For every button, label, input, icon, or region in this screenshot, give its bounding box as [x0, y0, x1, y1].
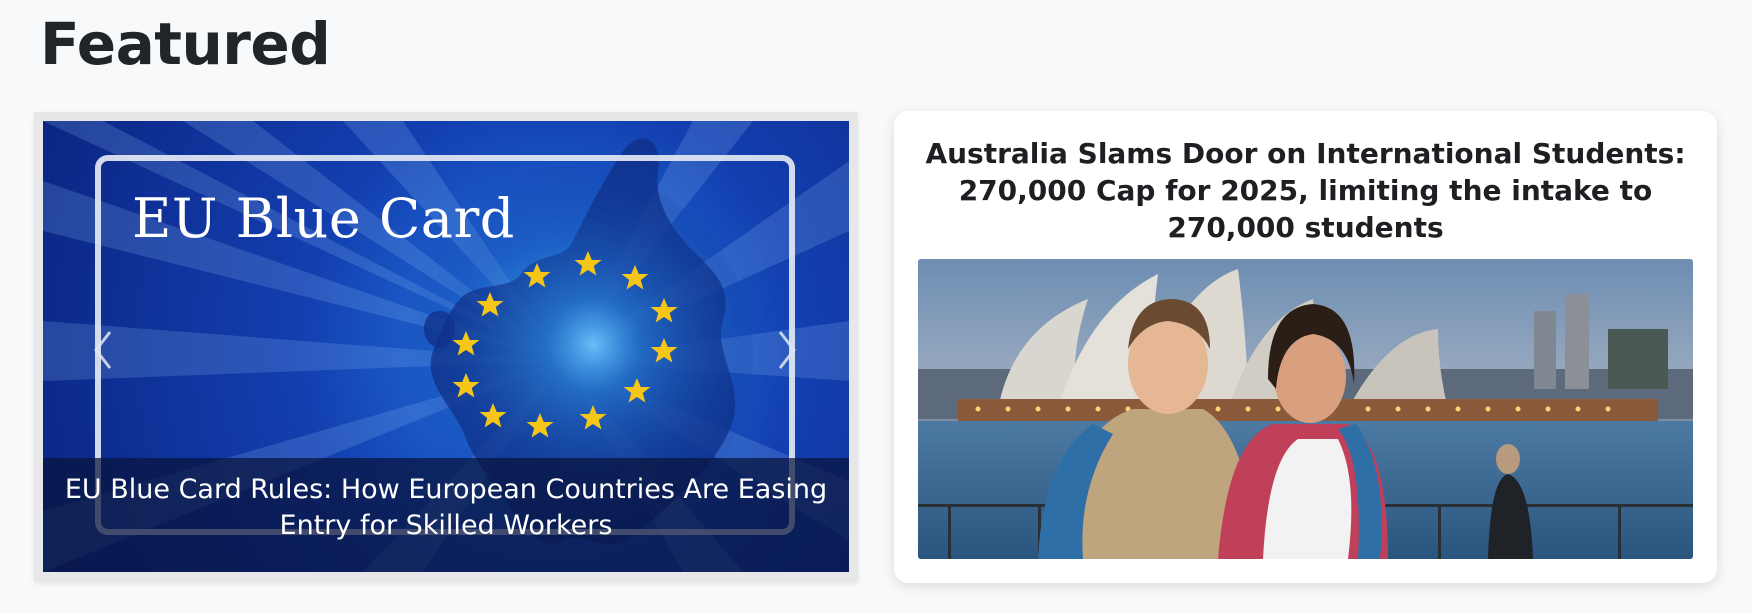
featured-article-card[interactable]: Australia Slams Door on International St…: [894, 111, 1717, 583]
carousel-caption[interactable]: EU Blue Card Rules: How European Countri…: [43, 458, 849, 572]
article-headline[interactable]: Australia Slams Door on International St…: [914, 135, 1697, 246]
chevron-right-icon: [778, 331, 796, 369]
article-image[interactable]: [918, 259, 1693, 559]
carousel-next-button[interactable]: [768, 326, 804, 374]
chevron-left-icon: [94, 331, 112, 369]
section-title: Featured: [40, 10, 331, 78]
eu-blue-card-title: EU Blue Card: [132, 187, 515, 250]
carousel-slide[interactable]: EU Blue Card EU Blue Card Rules: How Eur…: [43, 121, 849, 572]
carousel-prev-button[interactable]: [86, 326, 122, 374]
featured-carousel: EU Blue Card EU Blue Card Rules: How Eur…: [34, 112, 858, 582]
sydney-students-photo: [918, 259, 1693, 559]
featured-page: Featured EU Blue Card EU Blue Card Rules…: [0, 0, 1752, 613]
carousel-caption-text[interactable]: EU Blue Card Rules: How European Countri…: [63, 472, 829, 544]
